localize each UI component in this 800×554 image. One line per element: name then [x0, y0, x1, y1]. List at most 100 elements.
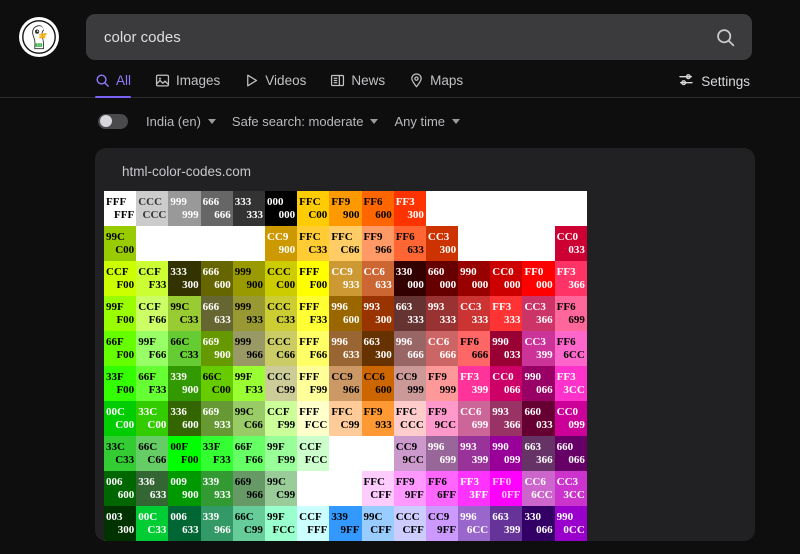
color-cell[interactable]: 99FF33 — [233, 366, 265, 401]
color-cell[interactable]: FF00FF — [490, 471, 522, 506]
settings-button[interactable]: Settings — [678, 65, 750, 97]
color-cell[interactable]: FFFF66 — [297, 331, 329, 366]
color-cell[interactable]: 990033 — [490, 331, 522, 366]
tab-images[interactable]: Images — [155, 65, 220, 97]
color-cell[interactable]: 333333 — [233, 191, 265, 226]
color-cell[interactable]: 00FF00 — [168, 436, 200, 471]
color-cell[interactable]: 663399 — [490, 506, 522, 541]
color-cell[interactable]: 993366 — [490, 401, 522, 436]
color-cell[interactable]: 669900 — [201, 331, 233, 366]
color-cell[interactable]: 99FF99 — [265, 436, 297, 471]
color-cell[interactable]: 993300 — [362, 296, 394, 331]
color-cell[interactable]: 99CCFF — [362, 506, 394, 541]
color-cell[interactable]: 336633 — [136, 471, 168, 506]
anonymous-toggle[interactable] — [98, 114, 128, 129]
color-cell[interactable]: 993333 — [426, 296, 458, 331]
color-cell[interactable]: 663333 — [394, 296, 426, 331]
color-cell[interactable]: 666600 — [201, 261, 233, 296]
color-cell[interactable]: CCFF99 — [265, 401, 297, 436]
color-cell[interactable]: 99CC33 — [168, 296, 200, 331]
search-input[interactable] — [86, 14, 706, 60]
color-cell[interactable]: CCCC66 — [265, 331, 297, 366]
color-cell[interactable]: CC6600 — [362, 366, 394, 401]
color-cell[interactable]: CC0033 — [555, 226, 587, 261]
color-cell[interactable]: CCFF66 — [136, 296, 168, 331]
color-cell[interactable]: FF6633 — [394, 226, 426, 261]
color-cell[interactable]: 33FF33 — [201, 436, 233, 471]
color-cell[interactable]: 009900 — [168, 471, 200, 506]
color-cell[interactable]: CC9999 — [394, 366, 426, 401]
color-cell[interactable]: CCCC33 — [265, 296, 297, 331]
color-cell[interactable]: CC9900 — [265, 226, 297, 261]
color-cell[interactable]: CCCCFF — [394, 506, 426, 541]
color-cell[interactable]: FFFF00 — [297, 261, 329, 296]
color-cell[interactable]: FF99CC — [426, 401, 458, 436]
color-cell[interactable]: 66CC33 — [168, 331, 200, 366]
color-cell[interactable]: 3399FF — [329, 506, 361, 541]
color-cell[interactable]: 660033 — [522, 401, 554, 436]
color-cell[interactable]: CC99FF — [426, 506, 458, 541]
color-cell[interactable]: 669933 — [201, 401, 233, 436]
color-cell[interactable]: FF9966 — [362, 226, 394, 261]
search-form[interactable] — [86, 14, 752, 60]
color-cell[interactable]: 003300 — [104, 506, 136, 541]
color-cell[interactable]: 996600 — [329, 296, 361, 331]
color-cell[interactable]: CC0000 — [490, 261, 522, 296]
color-cell[interactable]: 9900CC — [555, 506, 587, 541]
color-cell[interactable]: FFFFFF — [104, 191, 136, 226]
color-cell[interactable]: CC3333 — [458, 296, 490, 331]
color-cell[interactable]: 99FF66 — [136, 331, 168, 366]
color-cell[interactable]: CC9966 — [329, 366, 361, 401]
color-cell[interactable]: FF66FF — [426, 471, 458, 506]
color-cell[interactable]: 660066 — [555, 436, 587, 471]
color-cell[interactable]: FF6666 — [458, 331, 490, 366]
color-cell[interactable]: 006600 — [104, 471, 136, 506]
color-cell[interactable]: FF9933 — [362, 401, 394, 436]
search-result-card[interactable]: html-color-codes.com FFFFFFCCCCCC9999996… — [95, 148, 755, 541]
color-cell[interactable]: CC66CC — [522, 471, 554, 506]
color-cell[interactable]: FF6699 — [555, 296, 587, 331]
color-cell[interactable]: 66FF33 — [136, 366, 168, 401]
color-cell[interactable]: 993399 — [458, 436, 490, 471]
color-cell[interactable]: CC3366 — [522, 296, 554, 331]
color-cell[interactable]: FFFF33 — [297, 296, 329, 331]
color-cell[interactable]: FF3366 — [555, 261, 587, 296]
color-cell[interactable]: FF6600 — [362, 191, 394, 226]
time-filter[interactable]: Any time — [394, 114, 460, 129]
color-cell[interactable]: 66FF66 — [233, 436, 265, 471]
color-cell[interactable]: 66FF00 — [104, 331, 136, 366]
color-cell[interactable]: 663366 — [522, 436, 554, 471]
color-cell[interactable]: FFCCCC — [394, 401, 426, 436]
color-cell[interactable]: FF99FF — [394, 471, 426, 506]
color-cell[interactable]: 330066 — [522, 506, 554, 541]
color-cell[interactable]: CC0066 — [490, 366, 522, 401]
tab-videos[interactable]: Videos — [244, 65, 306, 97]
color-cell[interactable]: CCCC00 — [265, 261, 297, 296]
color-cell[interactable]: 996699 — [426, 436, 458, 471]
color-cell[interactable]: CC3399 — [522, 331, 554, 366]
color-cell[interactable]: 990066 — [522, 366, 554, 401]
color-cell[interactable]: 339933 — [201, 471, 233, 506]
color-chart-image[interactable]: FFFFFFCCCCCC999999666666333333000000FFCC… — [95, 191, 755, 541]
color-cell[interactable]: 990099 — [490, 436, 522, 471]
safe-search-filter[interactable]: Safe search: moderate — [232, 114, 379, 129]
color-cell[interactable]: 999900 — [233, 261, 265, 296]
color-cell[interactable]: 339900 — [168, 366, 200, 401]
color-cell[interactable]: CCCC99 — [265, 366, 297, 401]
color-cell[interactable]: 990000 — [458, 261, 490, 296]
color-cell[interactable]: 99FFCC — [265, 506, 297, 541]
color-cell[interactable]: CCCCCC — [136, 191, 168, 226]
color-cell[interactable]: FF33FF — [458, 471, 490, 506]
color-cell[interactable]: 66CC66 — [136, 436, 168, 471]
color-cell[interactable]: 00CC00 — [104, 401, 136, 436]
color-cell[interactable]: 999933 — [233, 296, 265, 331]
region-filter[interactable]: India (en) — [146, 114, 216, 129]
color-cell[interactable]: 99CC00 — [104, 226, 136, 261]
color-cell[interactable]: CC6699 — [458, 401, 490, 436]
tab-maps[interactable]: Maps — [409, 65, 463, 97]
color-cell[interactable]: 330000 — [394, 261, 426, 296]
color-cell[interactable]: 999966 — [233, 331, 265, 366]
color-cell[interactable]: 663300 — [362, 331, 394, 366]
color-cell[interactable]: 9966CC — [458, 506, 490, 541]
color-cell[interactable]: FFCCFF — [362, 471, 394, 506]
